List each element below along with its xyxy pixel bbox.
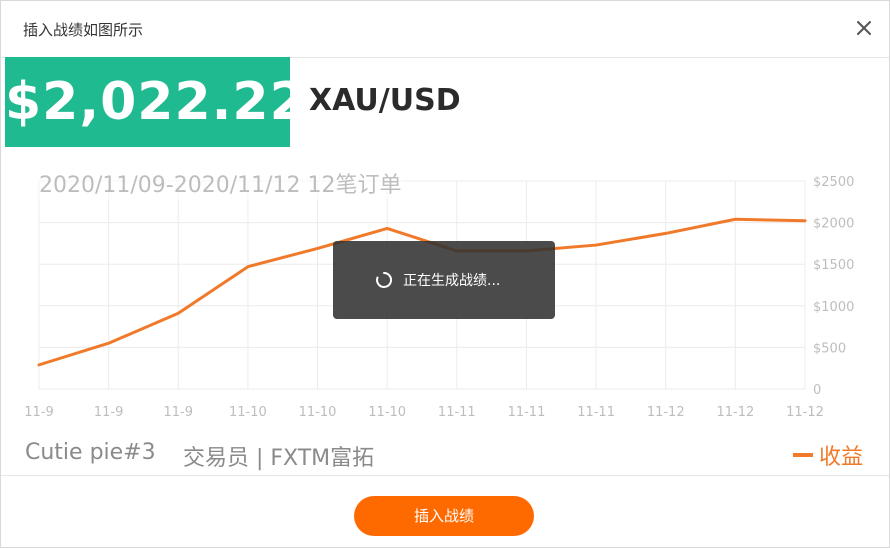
insert-record-button[interactable]: 插入战绩	[354, 496, 534, 536]
insert-record-dialog: 插入战绩如图所示 $2,022.22 XAU/USD 0 $500 $1000 $15…	[0, 0, 890, 548]
x-tick-label: 11-9	[164, 405, 194, 420]
chart-legend: 收益	[792, 439, 863, 470]
x-tick-label: 11-12	[786, 405, 824, 420]
dialog-titlebar: 插入战绩如图所示	[1, 1, 889, 58]
x-tick-label: 11-11	[577, 405, 615, 420]
y-tick-label: $1000	[813, 300, 854, 315]
symbol-label: XAU/USD	[309, 83, 461, 118]
legend-swatch	[792, 453, 813, 457]
x-tick-label: 11-10	[229, 405, 267, 420]
close-icon	[857, 21, 871, 35]
x-tick-label: 11-9	[94, 405, 124, 420]
x-tick-label: 11-11	[438, 405, 476, 420]
legend-label: 收益	[818, 445, 863, 470]
trader-role: 交易员 | FXTM富拓	[183, 446, 375, 471]
trader-name: Cutie pie#3	[25, 440, 156, 465]
y-tick-label: $2500	[813, 175, 854, 190]
x-tick-label: 11-10	[299, 405, 337, 420]
x-tick-label: 11-10	[368, 405, 406, 420]
y-tick-label: $500	[813, 341, 846, 356]
spinner-icon	[376, 271, 393, 288]
price-value: $2,022.22	[5, 57, 306, 147]
x-tick-label: 11-12	[647, 405, 685, 420]
x-tick-label: 11-12	[716, 405, 754, 420]
close-button[interactable]	[851, 15, 877, 41]
x-tick-label: 11-11	[508, 405, 546, 420]
date-range-label: 2020/11/09-2020/11/12 12笔订单	[39, 167, 402, 199]
dialog-title: 插入战绩如图所示	[23, 21, 144, 39]
y-tick-label: 0	[813, 383, 821, 398]
y-tick-label: $2000	[813, 217, 854, 232]
trader-info-row: Cutie pie#3 交易员 | FXTM富拓 收益	[1, 437, 889, 476]
loading-toast: 正在生成战绩...	[333, 241, 555, 319]
x-tick-label: 11-9	[24, 405, 54, 420]
loading-text: 正在生成战绩...	[403, 273, 501, 289]
y-tick-label: $1500	[813, 258, 854, 273]
